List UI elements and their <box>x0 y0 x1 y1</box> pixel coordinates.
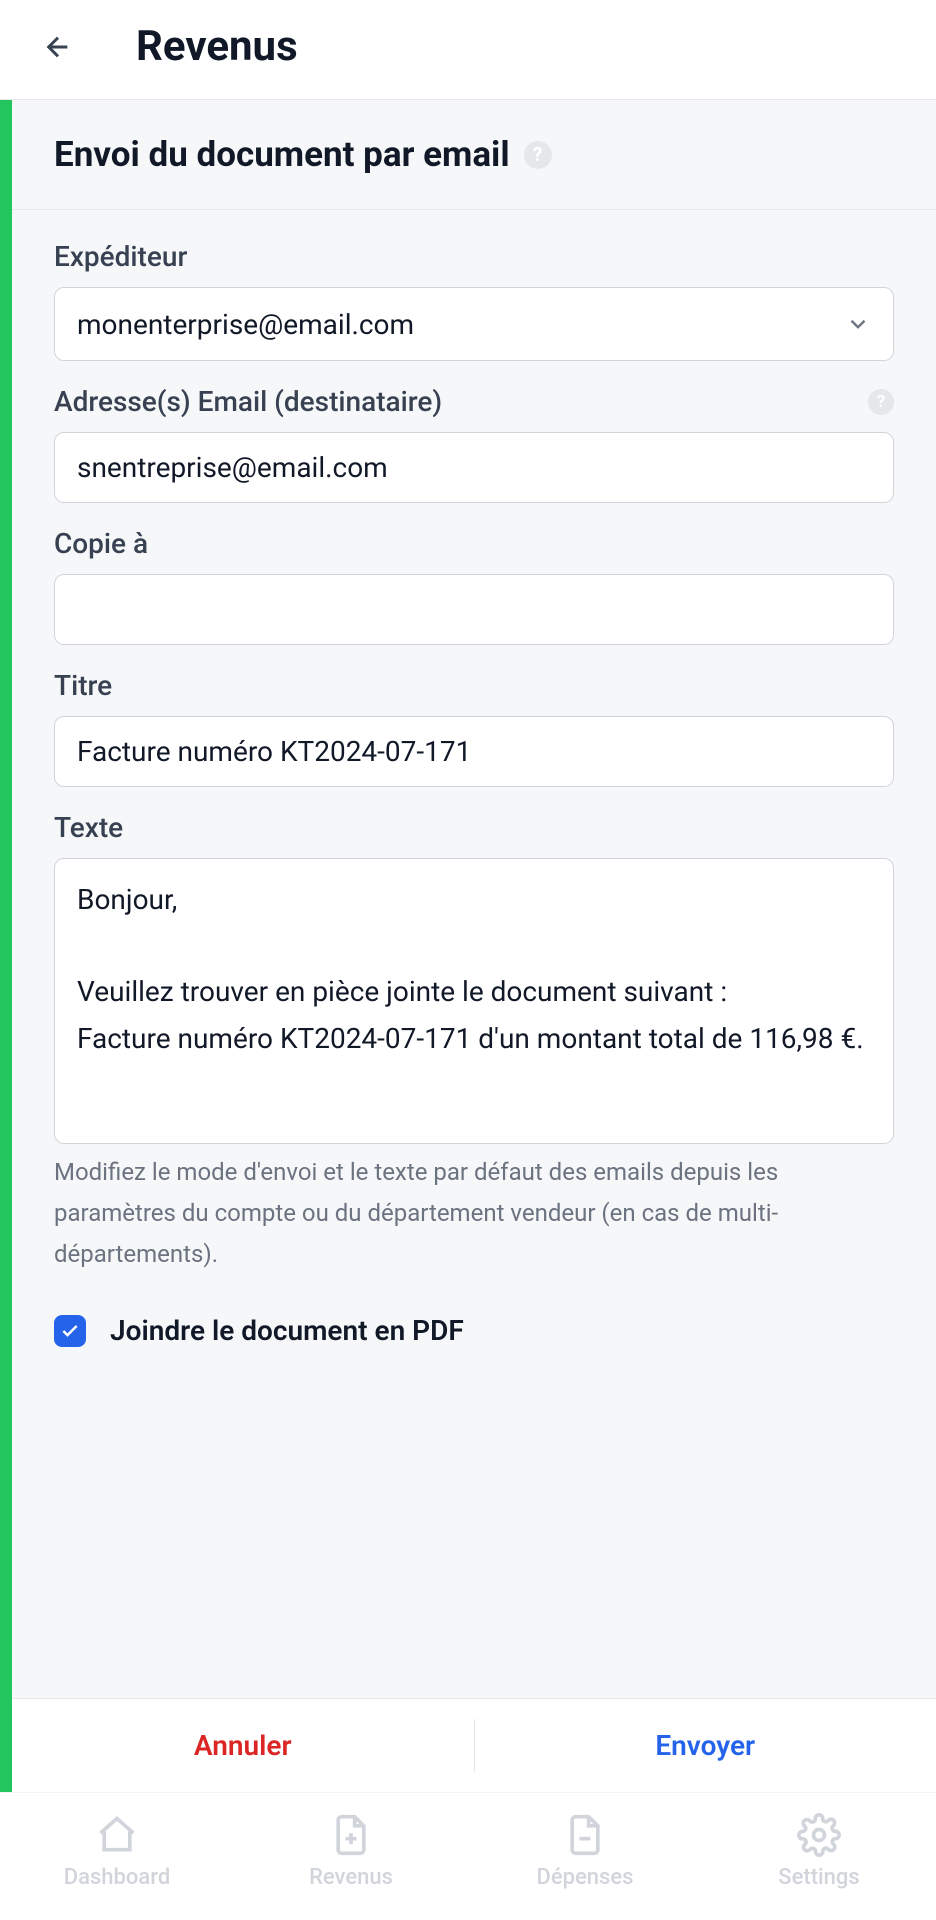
nav-settings[interactable]: Settings <box>702 1813 936 1890</box>
back-button[interactable] <box>36 25 80 69</box>
subject-input[interactable] <box>54 716 894 787</box>
file-plus-icon <box>329 1813 373 1857</box>
nav-revenus-label: Revenus <box>309 1865 393 1890</box>
sender-label: Expéditeur <box>54 240 187 273</box>
nav-depenses-label: Dépenses <box>537 1865 634 1890</box>
home-icon <box>95 1813 139 1857</box>
sender-value: monenterprise@email.com <box>77 308 414 341</box>
body-label: Texte <box>54 811 123 844</box>
cancel-button[interactable]: Annuler <box>12 1699 474 1792</box>
recipients-label: Adresse(s) Email (destinataire) <box>54 385 442 418</box>
cc-input[interactable] <box>54 574 894 645</box>
attach-pdf-checkbox[interactable] <box>54 1315 86 1347</box>
sender-select[interactable]: monenterprise@email.com <box>54 287 894 361</box>
check-icon <box>60 1321 80 1341</box>
help-icon[interactable]: ? <box>524 141 552 169</box>
send-button[interactable]: Envoyer <box>475 1699 936 1792</box>
nav-revenus[interactable]: Revenus <box>234 1813 468 1890</box>
helper-text: Modifiez le mode d'envoi et le texte par… <box>54 1152 894 1274</box>
cc-label: Copie à <box>54 527 148 560</box>
nav-dashboard-label: Dashboard <box>64 1865 170 1890</box>
recipients-input[interactable] <box>54 432 894 503</box>
nav-depenses[interactable]: Dépenses <box>468 1813 702 1890</box>
arrow-left-icon <box>42 31 74 63</box>
chevron-down-icon <box>845 311 871 337</box>
file-minus-icon <box>563 1813 607 1857</box>
subject-label: Titre <box>54 669 112 702</box>
nav-dashboard[interactable]: Dashboard <box>0 1813 234 1890</box>
attach-pdf-label: Joindre le document en PDF <box>110 1314 464 1347</box>
help-icon[interactable]: ? <box>868 389 894 415</box>
gear-icon <box>797 1813 841 1857</box>
panel-title: Envoi du document par email <box>54 134 510 175</box>
page-title: Revenus <box>136 22 298 71</box>
body-textarea[interactable] <box>54 858 894 1144</box>
nav-settings-label: Settings <box>778 1865 859 1890</box>
